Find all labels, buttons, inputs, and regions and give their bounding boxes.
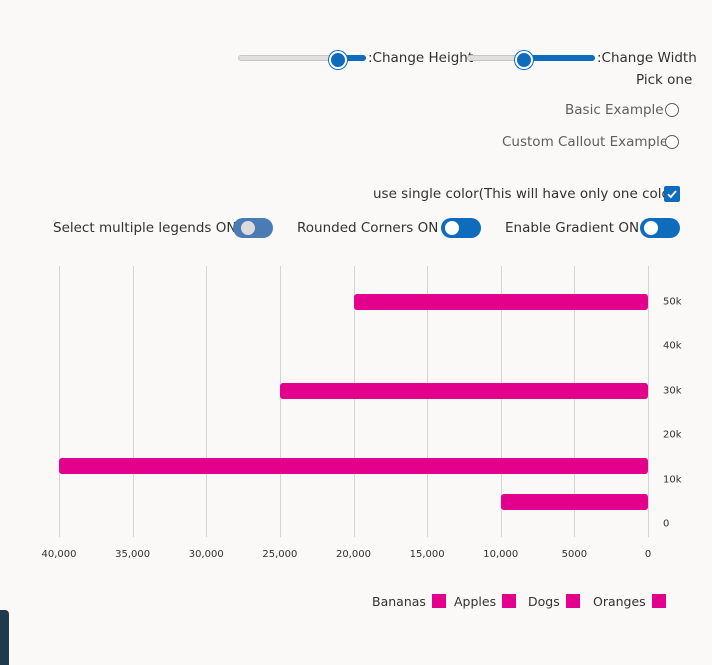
single-color-checkbox[interactable]	[664, 186, 680, 202]
multiple-legends-label: Select multiple legends ON	[53, 220, 237, 236]
radio-group-label: Pick one	[636, 72, 693, 88]
y-tick-label: 20k	[663, 429, 682, 441]
gridline	[206, 266, 208, 537]
toggle-knob	[241, 221, 255, 235]
y-tick-label: 0	[663, 518, 670, 530]
gridline	[279, 266, 281, 537]
radio-label-custom-callout: Custom Callout Example	[502, 134, 669, 150]
width-label: :Change Width	[597, 50, 697, 66]
rounded-corners-label: Rounded Corners ON	[297, 220, 439, 236]
x-tick-label: 5000	[561, 549, 588, 560]
x-tick-label: 25,000	[262, 549, 298, 560]
multiple-legends-toggle[interactable]	[233, 218, 273, 238]
checkmark-icon	[667, 190, 677, 199]
enable-gradient-label: Enable Gradient ON	[505, 220, 640, 236]
width-slider[interactable]	[467, 50, 595, 69]
radio-custom-callout-example[interactable]	[665, 135, 679, 149]
legend-swatch	[565, 594, 580, 608]
bar-oranges[interactable]	[500, 493, 648, 510]
bar-apples[interactable]	[279, 382, 648, 399]
radio-basic-example[interactable]	[665, 103, 679, 117]
gridline	[59, 266, 60, 537]
x-tick-label: 20,000	[336, 549, 371, 560]
height-slider[interactable]	[238, 50, 366, 69]
x-tick-label: 30,000	[188, 549, 224, 560]
radio-label-basic: Basic Example	[565, 102, 664, 118]
width-slider-thumb[interactable]	[515, 51, 533, 69]
legend-label: Apples	[454, 593, 497, 609]
gridline	[132, 266, 134, 537]
bar-bananas[interactable]	[353, 294, 648, 310]
x-tick-label: 40,000	[41, 549, 77, 560]
legend-swatch	[431, 594, 446, 608]
y-tick-label: 40k	[663, 340, 682, 352]
y-tick-label: 30k	[663, 385, 682, 397]
panel-edge	[0, 610, 9, 665]
width-slider-fill	[523, 55, 595, 61]
legend-label: Bananas	[372, 593, 426, 609]
y-tick-label: 10k	[663, 474, 682, 486]
x-tick-label: 15,000	[409, 549, 445, 560]
toggle-knob	[445, 221, 459, 235]
legend-swatch	[502, 594, 517, 608]
x-tick-label: 0	[644, 549, 652, 560]
legend-item-oranges[interactable]: Oranges	[593, 593, 666, 609]
y-tick-label: 50k	[663, 296, 682, 308]
legend-item-bananas[interactable]: Bananas	[372, 593, 446, 609]
legend-item-dogs[interactable]: Dogs	[528, 593, 580, 609]
single-color-label: use single color(This will have only one…	[373, 186, 681, 202]
height-slider-thumb[interactable]	[329, 51, 347, 69]
legend-label: Oranges	[593, 593, 646, 609]
x-tick-label: 35,000	[115, 549, 151, 560]
legend-swatch	[651, 594, 666, 608]
bar-dogs[interactable]	[59, 458, 648, 475]
legend-label: Dogs	[528, 593, 560, 609]
toggle-knob	[644, 221, 658, 235]
height-label: :Change Height	[368, 50, 474, 66]
rounded-corners-toggle[interactable]	[441, 218, 481, 238]
legend-item-apples[interactable]: Apples	[454, 593, 517, 609]
gridline	[648, 266, 649, 537]
enable-gradient-toggle[interactable]	[640, 218, 680, 238]
x-tick-label: 10,000	[483, 549, 519, 560]
